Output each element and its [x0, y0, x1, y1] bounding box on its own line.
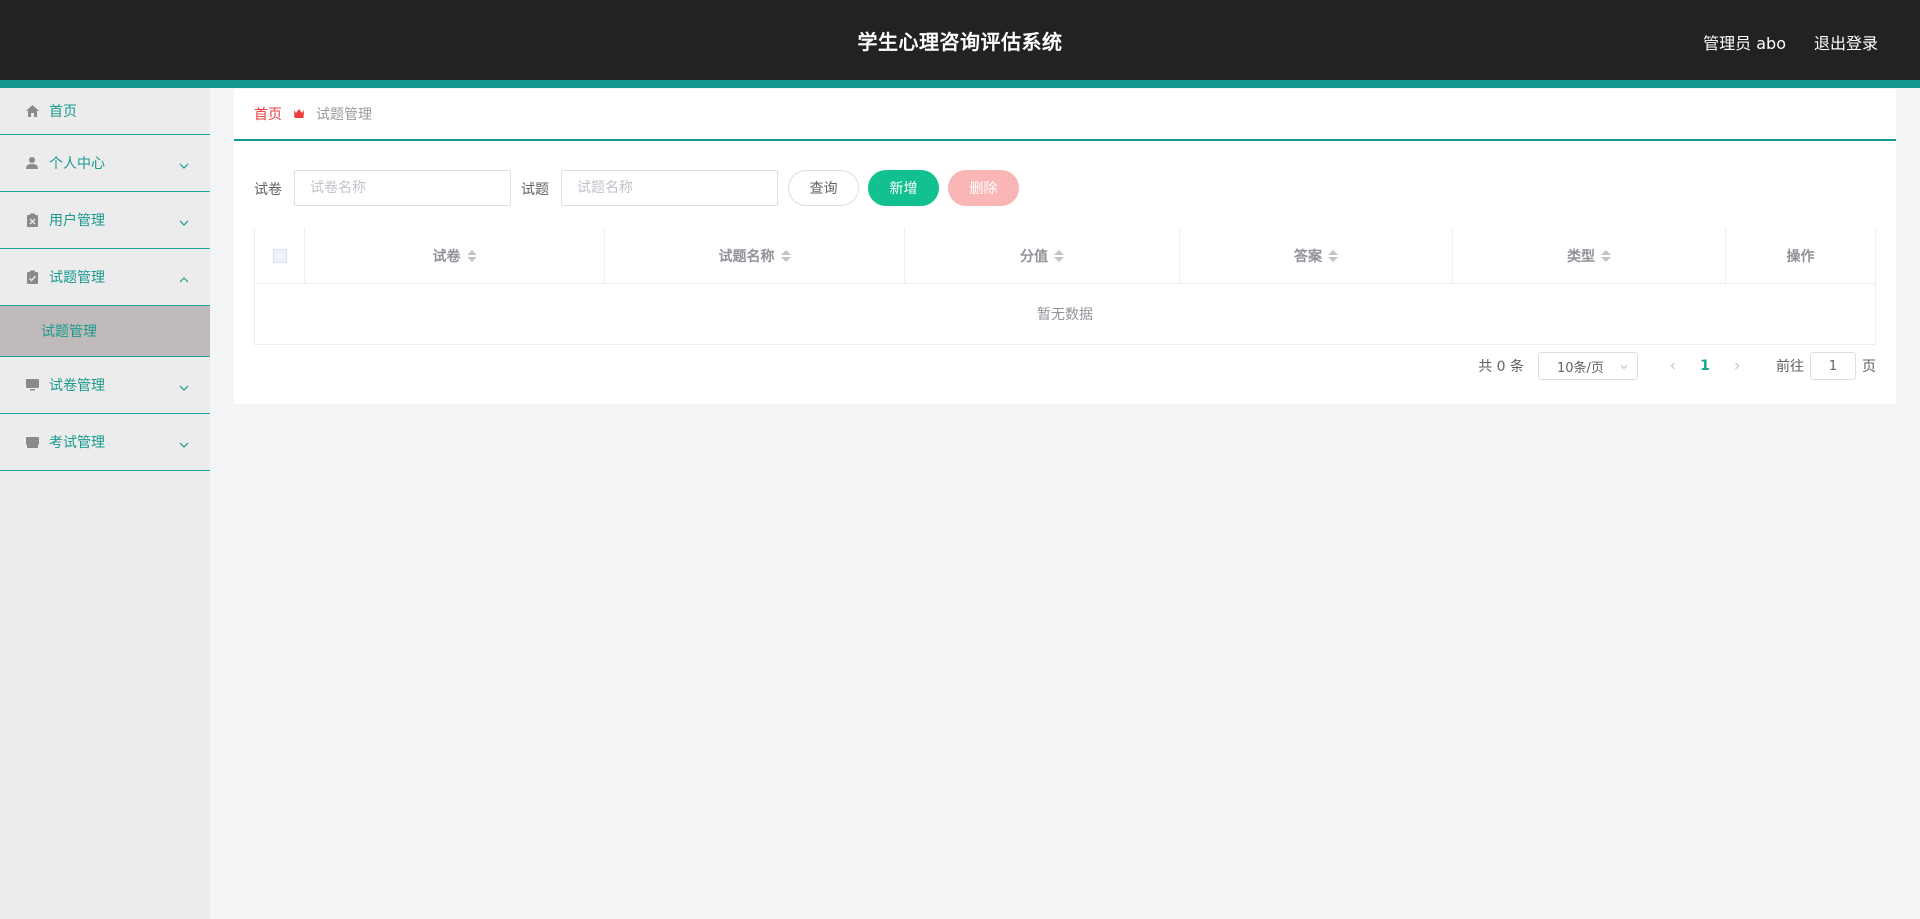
header-checkbox-cell: [255, 228, 305, 283]
sidebar-item-label: 个人中心: [49, 156, 105, 172]
question-name-input[interactable]: [561, 170, 778, 206]
column-paper[interactable]: 试卷: [305, 228, 605, 283]
user-icon: [24, 155, 40, 171]
chevron-down-icon: [178, 436, 190, 448]
column-score[interactable]: 分值: [905, 228, 1180, 283]
pagination-total: 共 0 条: [1478, 359, 1524, 375]
top-header: 学生心理咨询评估系统 管理员 abo 退出登录: [0, 0, 1920, 80]
sort-icon[interactable]: [1328, 249, 1338, 262]
sidebar-item-label: 试卷管理: [49, 378, 105, 394]
question-list-panel: 试卷 试题 查询 新增 删除 试卷 试题名称 分值 答案: [234, 141, 1896, 404]
sidebar-item-users[interactable]: 用户管理: [0, 192, 210, 249]
current-user: 管理员 abo: [1703, 34, 1786, 53]
column-label: 试题名称: [718, 248, 775, 265]
sidebar-item-label: 考试管理: [49, 435, 105, 451]
pagination: 共 0 条 10条/页 1 前往 页: [1478, 352, 1876, 380]
chevron-down-icon: [1619, 361, 1629, 371]
breadcrumb-home-link[interactable]: 首页: [254, 104, 282, 124]
sidebar-item-papers[interactable]: 试卷管理: [0, 357, 210, 414]
column-label: 类型: [1567, 248, 1595, 265]
sidebar-item-home[interactable]: 首页: [0, 88, 210, 135]
column-answer[interactable]: 答案: [1180, 228, 1453, 283]
column-actions: 操作: [1726, 228, 1875, 283]
sort-icon[interactable]: [780, 249, 791, 262]
chevron-left-icon: [1670, 362, 1675, 370]
sidebar-item-label: 首页: [49, 104, 77, 120]
sort-icon[interactable]: [1601, 249, 1611, 262]
logout-link[interactable]: 退出登录: [1814, 30, 1878, 54]
page-word: 页: [1862, 359, 1876, 375]
page-size-value: 10条/页: [1557, 360, 1604, 376]
system-title: 学生心理咨询评估系统: [857, 30, 1063, 54]
table-empty-text: 暂无数据: [1037, 307, 1093, 323]
column-label: 分值: [1020, 248, 1048, 265]
question-table: 试卷 试题名称 分值 答案 类型 操作 暂无数据: [254, 228, 1876, 345]
select-all-checkbox[interactable]: [272, 248, 287, 263]
next-page-button[interactable]: [1722, 352, 1752, 380]
sidebar-item-label: 用户管理: [49, 213, 105, 229]
sidebar-item-profile[interactable]: 个人中心: [0, 135, 210, 192]
sort-icon[interactable]: [1054, 249, 1064, 262]
sidebar-item-label: 试题管理: [49, 270, 105, 286]
column-question-name[interactable]: 试题名称: [605, 228, 905, 283]
prev-page-button[interactable]: [1658, 352, 1688, 380]
sidebar-item-questions[interactable]: 试题管理: [0, 249, 210, 306]
column-type[interactable]: 类型: [1453, 228, 1726, 283]
paper-search-label: 试卷: [254, 182, 282, 198]
sidebar-item-exams[interactable]: 考试管理: [0, 414, 210, 471]
sort-icon[interactable]: [466, 249, 477, 262]
home-icon: [24, 103, 40, 119]
page-number-current[interactable]: 1: [1688, 352, 1722, 380]
chevron-right-icon: [1735, 362, 1740, 370]
delete-button[interactable]: 删除: [948, 170, 1019, 206]
breadcrumb: 首页 试题管理: [234, 89, 1896, 141]
trophy-icon: [292, 107, 306, 121]
clipboard-x-icon: [24, 212, 40, 228]
goto-page-input[interactable]: [1810, 352, 1856, 380]
column-label: 操作: [1786, 248, 1815, 265]
header-accent-bar: [0, 80, 1920, 88]
chevron-up-icon: [178, 271, 190, 283]
column-label: 答案: [1294, 248, 1322, 265]
sidebar: 首页 个人中心 用户管理 试题管理 试题管理 试卷管理 考试管理: [0, 88, 210, 919]
sidebar-subitem-label: 试题管理: [41, 324, 97, 340]
chevron-down-icon: [178, 214, 190, 226]
chevron-down-icon: [178, 157, 190, 169]
breadcrumb-current: 试题管理: [316, 107, 372, 123]
query-button[interactable]: 查询: [788, 170, 859, 206]
add-button[interactable]: 新增: [868, 170, 939, 206]
question-search-label: 试题: [521, 182, 549, 198]
paper-name-input[interactable]: [294, 170, 511, 206]
sidebar-subitem-question-management[interactable]: 试题管理: [0, 306, 210, 357]
goto-label: 前往: [1776, 359, 1804, 375]
inbox-icon: [24, 434, 40, 450]
monitor-icon: [24, 377, 40, 393]
chevron-down-icon: [178, 379, 190, 391]
clipboard-check-icon: [24, 269, 40, 285]
table-header: 试卷 试题名称 分值 答案 类型 操作: [255, 228, 1875, 284]
page-size-select[interactable]: 10条/页: [1538, 352, 1638, 380]
column-label: 试卷: [432, 248, 461, 265]
